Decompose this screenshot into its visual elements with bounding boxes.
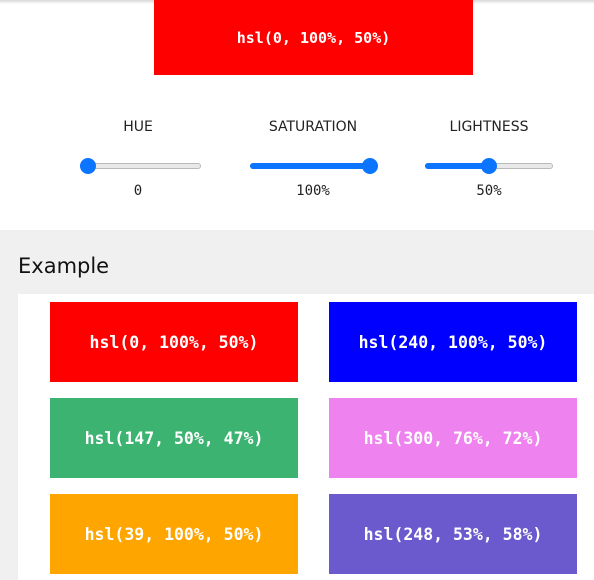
example-panel: hsl(0, 100%, 50%) hsl(240, 100%, 50%) hs… <box>18 294 594 580</box>
example-swatch-text: hsl(248, 53%, 58%) <box>363 524 543 544</box>
example-swatch: hsl(248, 53%, 58%) <box>329 494 577 574</box>
hue-slider-thumb[interactable] <box>80 158 96 174</box>
example-swatch: hsl(39, 100%, 50%) <box>50 494 298 574</box>
example-swatch: hsl(147, 50%, 47%) <box>50 398 298 478</box>
hue-slider-track <box>80 163 201 169</box>
example-swatch-text: hsl(300, 76%, 72%) <box>363 428 543 448</box>
lightness-label: LIGHTNESS <box>449 119 529 135</box>
example-swatch-text: hsl(240, 100%, 50%) <box>358 332 548 352</box>
example-section: Example hsl(0, 100%, 50%) hsl(240, 100%,… <box>0 230 594 580</box>
example-swatch-text: hsl(39, 100%, 50%) <box>84 524 264 544</box>
example-title: Example <box>18 254 110 278</box>
example-swatch: hsl(300, 76%, 72%) <box>329 398 577 478</box>
lightness-slider-thumb[interactable] <box>481 158 497 174</box>
example-swatch-text: hsl(0, 100%, 50%) <box>89 332 259 352</box>
saturation-slider-thumb[interactable] <box>362 158 378 174</box>
example-swatch: hsl(240, 100%, 50%) <box>329 302 577 382</box>
lightness-value: 50% <box>476 183 502 199</box>
example-swatch: hsl(0, 100%, 50%) <box>50 302 298 382</box>
saturation-slider-fill <box>250 163 370 169</box>
color-preview: hsl(0, 100%, 50%) <box>154 0 473 75</box>
color-preview-text: hsl(0, 100%, 50%) <box>236 28 391 47</box>
lightness-slider-fill <box>425 163 489 169</box>
hue-label: HUE <box>123 119 153 135</box>
saturation-value: 100% <box>296 183 330 199</box>
hue-slider[interactable] <box>80 158 201 174</box>
hsl-controls: HUE 0 SATURATION 100% LIGHTNESS 50% <box>0 75 594 230</box>
hue-value: 0 <box>133 183 143 199</box>
lightness-slider[interactable] <box>425 158 553 174</box>
saturation-slider[interactable] <box>250 158 378 174</box>
saturation-label: SATURATION <box>268 119 358 135</box>
example-swatch-text: hsl(147, 50%, 47%) <box>84 428 264 448</box>
